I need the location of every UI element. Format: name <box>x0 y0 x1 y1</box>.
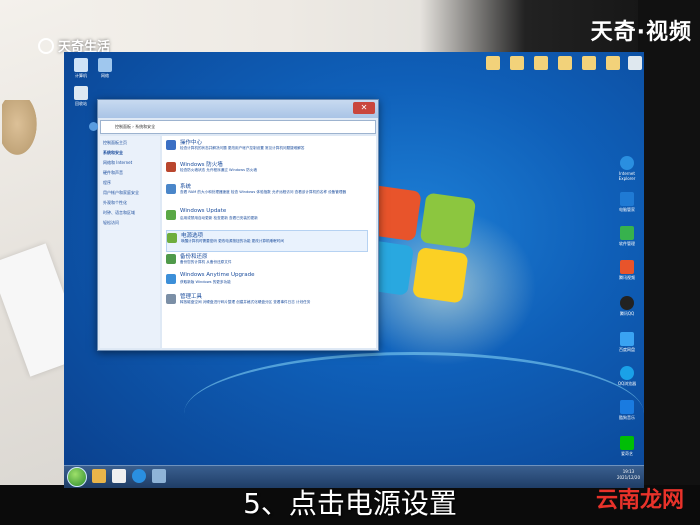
main-panel: 操作中心 检查计算机的状态并解决问题 更改用户帐户控制设置 常见计算机问题疑难解… <box>162 136 376 348</box>
sidebar: 控制面板主页 系统和安全 网络和 Internet 硬件和声音 程序 用户帐户和… <box>100 136 160 348</box>
battery-icon <box>167 233 177 243</box>
sidebar-item-programs[interactable]: 程序 <box>103 180 157 186</box>
brand-bottom: 云南龙网 <box>595 488 684 513</box>
desktop-icon-browser[interactable]: QQ浏览器 <box>616 366 638 386</box>
sidebar-item-clock[interactable]: 时钟、语言和区域 <box>103 210 157 216</box>
back-icon[interactable] <box>89 122 98 131</box>
sidebar-item-security[interactable]: 系统和安全 <box>103 150 157 156</box>
sidebar-item-network[interactable]: 网络和 Internet <box>103 160 157 166</box>
logo-icon <box>38 37 54 54</box>
category-power-options[interactable]: 电源选项 唤醒计算机时需要密码 更改电源按钮的功能 更改计算机睡眠时间 <box>166 230 368 252</box>
taskbar-explorer-icon[interactable] <box>92 469 106 483</box>
close-button[interactable]: ✕ <box>353 102 375 114</box>
desktop-icon-iqiyi[interactable]: 爱奇艺 <box>616 436 638 456</box>
desktop-icon-ie[interactable]: Internet Explorer <box>616 156 638 181</box>
desktop-screen: 计算机 网络 回收站 Internet Explorer 电脑管家 软件管理 腾… <box>64 52 644 488</box>
desktop-folder-7[interactable] <box>624 56 644 71</box>
backup-icon <box>166 254 176 264</box>
desktop-icon-computer[interactable]: 计算机 <box>70 58 92 78</box>
sidebar-item-accounts[interactable]: 用户帐户和家庭安全 <box>103 190 157 196</box>
category-action-center[interactable]: 操作中心 检查计算机的状态并解决问题 更改用户帐户控制设置 常见计算机问题疑难解… <box>166 138 366 158</box>
address-text: 控制面板 › 系统和安全 <box>115 124 156 129</box>
sidebar-item-appearance[interactable]: 外观和个性化 <box>103 200 157 206</box>
sidebar-item-hardware[interactable]: 硬件和声音 <box>103 170 157 176</box>
desktop-folder-6[interactable] <box>602 56 624 71</box>
category-windows-update[interactable]: Windows Update 启用或禁用自动更新 检查更新 查看已安装的更新 <box>166 208 366 228</box>
window-titlebar[interactable]: ✕ <box>98 100 378 118</box>
desktop-icon-pc-manager[interactable]: 电脑管家 <box>616 192 638 212</box>
desktop-folder-1[interactable] <box>482 56 504 71</box>
flag-icon <box>166 140 176 150</box>
desktop-icon-qq[interactable]: 腾讯QQ <box>616 296 638 316</box>
category-admin-tools[interactable]: 管理工具 释放磁盘空间 对硬盘进行碎片整理 创建并格式化硬盘分区 查看事件日志 … <box>166 292 366 312</box>
firewall-icon <box>166 162 176 172</box>
system-tray-clock[interactable]: 19:13 2021/12/20 <box>617 469 640 481</box>
desktop-icon-music[interactable]: 酷狗音乐 <box>616 400 638 420</box>
brand-top: 天奇·视频 <box>590 20 692 45</box>
desktop-folder-2[interactable] <box>506 56 528 71</box>
desktop-icon-netdisk[interactable]: 百度网盘 <box>616 332 638 352</box>
category-anytime-upgrade[interactable]: Windows Anytime Upgrade 获取新版 Windows 的更多… <box>166 272 366 292</box>
desktop-folder-4[interactable] <box>554 56 576 71</box>
sidebar-item-access[interactable]: 轻松访问 <box>103 220 157 226</box>
computer-icon <box>166 184 176 194</box>
update-icon <box>166 210 176 220</box>
taskbar-app-icon[interactable] <box>112 469 126 483</box>
leaf-decoration <box>2 100 40 160</box>
desktop-folder-5[interactable] <box>578 56 600 71</box>
category-backup[interactable]: 备份和还原 备份您的计算机 从备份还原文件 <box>166 252 366 272</box>
taskbar-window-icon[interactable] <box>152 469 166 483</box>
desktop-icon-video[interactable]: 腾讯视频 <box>616 260 638 280</box>
control-panel-window: ✕ 控制面板 › 系统和安全 控制面板主页 系统和安全 网络和 Internet… <box>89 99 379 351</box>
category-firewall[interactable]: Windows 防火墙 检查防火墙状态 允许程序通过 Windows 防火墙 <box>166 160 366 180</box>
tools-icon <box>166 294 176 304</box>
background-right <box>638 0 700 525</box>
desktop-icon-recycle-bin[interactable]: 回收站 <box>70 86 92 106</box>
desktop-icon-network[interactable]: 网络 <box>94 58 116 78</box>
taskbar-browser-icon[interactable] <box>132 469 146 483</box>
wallpaper-swoosh <box>184 352 644 475</box>
sidebar-item-home[interactable]: 控制面板主页 <box>103 140 157 146</box>
desktop-icon-software[interactable]: 软件管理 <box>616 226 638 246</box>
address-bar[interactable]: 控制面板 › 系统和安全 <box>89 120 376 134</box>
upgrade-icon <box>166 274 176 284</box>
desktop-folder-3[interactable] <box>530 56 552 71</box>
category-system[interactable]: 系统 查看 RAM 的大小和处理器速度 检查 Windows 体验指数 允许远程… <box>166 182 366 202</box>
